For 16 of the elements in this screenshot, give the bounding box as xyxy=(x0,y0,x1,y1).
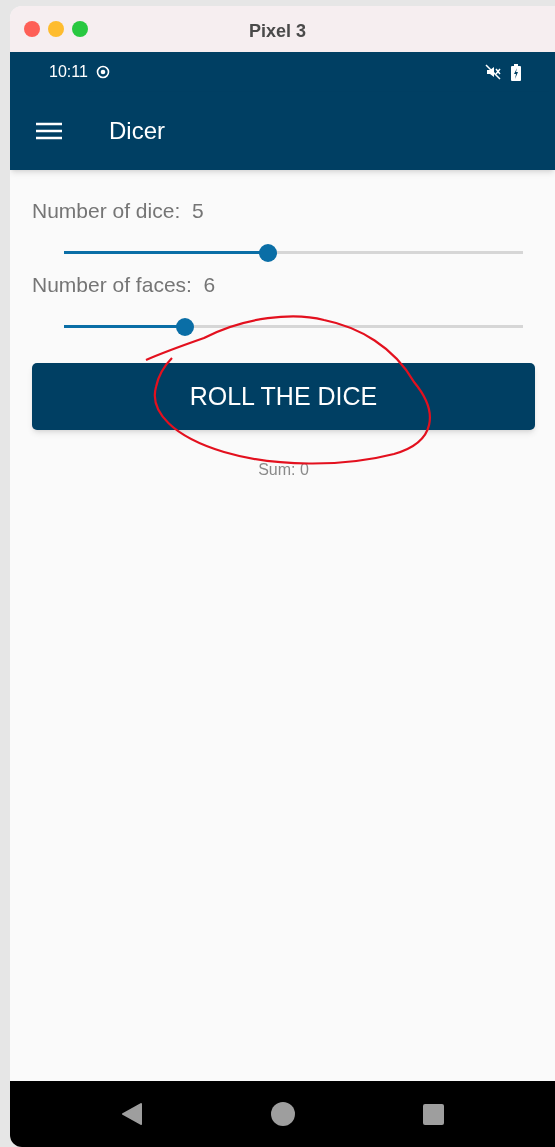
menu-icon[interactable] xyxy=(35,121,63,141)
battery-icon xyxy=(511,63,521,81)
mute-icon xyxy=(485,64,501,80)
recents-icon[interactable] xyxy=(423,1103,444,1125)
slider-label: Number of faces: 6 xyxy=(32,272,217,298)
roll-button[interactable]: ROLL THE DICE xyxy=(32,363,535,430)
home-icon[interactable] xyxy=(271,1102,295,1126)
window-title: Pixel 3 xyxy=(249,20,307,43)
slider-thumb[interactable] xyxy=(176,318,195,336)
status-time: 10:11 xyxy=(49,62,88,82)
location-icon xyxy=(95,65,110,79)
back-icon[interactable] xyxy=(121,1102,143,1126)
slider-thumb[interactable] xyxy=(258,244,277,262)
close-window-icon[interactable] xyxy=(24,21,40,37)
slider-label: Number of dice: 5 xyxy=(32,198,205,224)
app-title: Dicer xyxy=(109,116,165,146)
